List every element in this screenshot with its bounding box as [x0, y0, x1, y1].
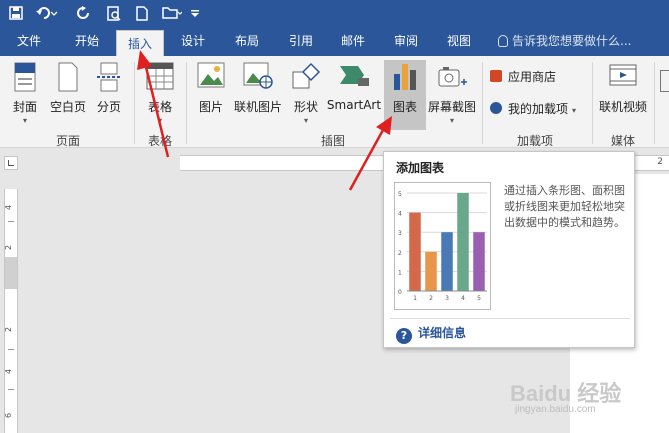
watermark-url: jingyan.baidu.com — [515, 404, 596, 415]
annotation-arrows — [137, 50, 392, 191]
annotation-arrow — [348, 116, 392, 191]
annotation-arrow — [137, 50, 170, 158]
